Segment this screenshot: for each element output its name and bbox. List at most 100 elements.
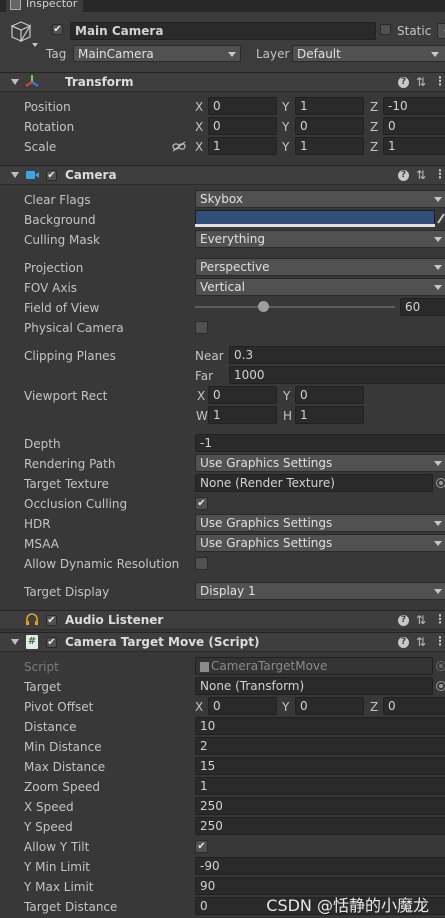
rotation-y-field[interactable]: 0 [295, 117, 364, 135]
depth-field[interactable]: -1 [195, 434, 445, 452]
transform-foldout-icon[interactable] [11, 79, 19, 85]
distance-field[interactable]: 10 [195, 717, 445, 735]
viewport-h-field[interactable]: 1 [295, 406, 364, 424]
presets-icon[interactable]: ⇅ [416, 168, 426, 182]
pivot-x-field[interactable]: 0 [208, 697, 277, 715]
rotation-y-axis[interactable]: Y [282, 119, 289, 135]
help-icon[interactable]: ? [398, 170, 409, 181]
pivot-x-axis[interactable]: X [195, 699, 203, 715]
static-checkbox[interactable] [380, 24, 391, 35]
static-dropdown[interactable] [437, 23, 445, 39]
camera-foldout-icon[interactable] [11, 172, 19, 178]
script-enabled-checkbox[interactable]: ✔ [46, 637, 57, 648]
more-icon[interactable]: ⋮ [434, 167, 445, 181]
target-distance-label: Target Distance [24, 900, 118, 914]
viewport-w-axis[interactable]: W [196, 408, 208, 424]
rendering-path-dropdown[interactable]: Use Graphics Settings [195, 454, 445, 472]
viewport-x-field[interactable]: 0 [208, 386, 277, 404]
pivot-offset-label: Pivot Offset [24, 700, 94, 714]
viewport-rect-label: Viewport Rect [24, 389, 108, 403]
fov-slider-thumb[interactable] [258, 301, 269, 312]
near-field[interactable]: 0.3 [229, 346, 445, 364]
object-name-field[interactable]: Main Camera [70, 22, 376, 40]
target-field[interactable]: None (Transform) [195, 677, 433, 695]
more-icon[interactable]: ⋮ [434, 634, 445, 648]
position-z-axis[interactable]: Z [370, 99, 378, 115]
allow-y-tilt-checkbox[interactable]: ✔ [195, 840, 208, 853]
hdr-dropdown[interactable]: Use Graphics Settings [195, 514, 445, 532]
clear-flags-dropdown[interactable]: Skybox [195, 190, 445, 208]
y-speed-field[interactable]: 250 [195, 817, 445, 835]
more-icon[interactable]: ⋮ [434, 612, 445, 626]
scale-y-axis[interactable]: Y [282, 139, 289, 155]
culling-mask-dropdown[interactable]: Everything [195, 230, 445, 248]
viewport-y-field[interactable]: 0 [295, 386, 364, 404]
object-active-checkbox[interactable]: ✔ [52, 24, 63, 35]
audio-listener-enabled-checkbox[interactable]: ✔ [46, 615, 57, 626]
rotation-x-field[interactable]: 0 [208, 117, 277, 135]
camera-icon [26, 171, 39, 179]
viewport-w-field[interactable]: 1 [208, 406, 277, 424]
occlusion-culling-checkbox[interactable]: ✔ [195, 497, 208, 510]
fov-slider-track[interactable] [195, 306, 395, 308]
rotation-z-axis[interactable]: Z [370, 119, 378, 135]
position-z-field[interactable]: -10 [383, 97, 445, 115]
allow-dynamic-resolution-checkbox[interactable] [195, 557, 208, 570]
y-max-limit-field[interactable]: 90 [195, 877, 445, 895]
scale-x-axis[interactable]: X [195, 139, 203, 155]
presets-icon[interactable]: ⇅ [416, 613, 426, 627]
help-icon[interactable]: ? [398, 637, 409, 648]
object-picker-icon[interactable] [436, 478, 445, 488]
fov-axis-label: FOV Axis [24, 281, 78, 295]
object-picker-icon[interactable] [436, 681, 445, 691]
min-distance-field[interactable]: 2 [195, 737, 445, 755]
far-field[interactable]: 1000 [229, 366, 445, 384]
clipping-planes-label: Clipping Planes [24, 349, 116, 363]
viewport-h-axis[interactable]: H [283, 408, 292, 424]
script-foldout-icon[interactable] [11, 639, 19, 645]
target-display-dropdown[interactable]: Display 1 [195, 582, 445, 600]
y-min-limit-field[interactable]: -90 [195, 857, 445, 875]
fov-axis-dropdown[interactable]: Vertical [195, 278, 445, 296]
pivot-y-axis[interactable]: Y [282, 699, 289, 715]
x-speed-label: X Speed [24, 800, 74, 814]
culling-mask-label: Culling Mask [24, 233, 100, 247]
projection-dropdown[interactable]: Perspective [195, 258, 445, 276]
scale-y-field[interactable]: 1 [295, 137, 364, 155]
msaa-dropdown[interactable]: Use Graphics Settings [195, 534, 445, 552]
eyedropper-icon[interactable] [436, 211, 445, 225]
target-texture-field[interactable]: None (Render Texture) [195, 474, 433, 492]
near-label: Near [195, 349, 224, 363]
rotation-x-axis[interactable]: X [195, 119, 203, 135]
scale-x-field[interactable]: 1 [208, 137, 277, 155]
camera-enabled-checkbox[interactable]: ✔ [46, 170, 57, 181]
more-icon[interactable]: ⋮ [434, 74, 445, 88]
scale-z-field[interactable]: 1 [383, 137, 445, 155]
pivot-z-field[interactable]: 0 [383, 697, 445, 715]
position-x-field[interactable]: 0 [208, 97, 277, 115]
tag-dropdown[interactable]: MainCamera [73, 45, 241, 62]
rotation-z-field[interactable]: 0 [383, 117, 445, 135]
scale-z-axis[interactable]: Z [370, 139, 378, 155]
static-label: Static [397, 24, 432, 38]
help-icon[interactable]: ? [398, 77, 409, 88]
field-of-view-field[interactable]: 60 [400, 298, 445, 316]
position-y-axis[interactable]: Y [282, 99, 289, 115]
constrain-proportions-icon[interactable] [172, 141, 186, 152]
pivot-z-axis[interactable]: Z [370, 699, 378, 715]
help-icon[interactable]: ? [398, 615, 409, 626]
max-distance-field[interactable]: 15 [195, 757, 445, 775]
zoom-speed-field[interactable]: 1 [195, 777, 445, 795]
x-speed-field[interactable]: 250 [195, 797, 445, 815]
position-y-field[interactable]: 1 [295, 97, 364, 115]
position-x-axis[interactable]: X [195, 99, 203, 115]
tab-inspector[interactable]: Inspector [6, 0, 84, 12]
pivot-y-field[interactable]: 0 [295, 697, 364, 715]
viewport-x-axis[interactable]: X [197, 388, 205, 404]
presets-icon[interactable]: ⇅ [416, 635, 426, 649]
layer-dropdown[interactable]: Default [292, 45, 445, 62]
msaa-label: MSAA [24, 537, 59, 551]
physical-camera-checkbox[interactable] [195, 321, 208, 334]
presets-icon[interactable]: ⇅ [416, 75, 426, 89]
viewport-y-axis[interactable]: Y [283, 388, 290, 404]
